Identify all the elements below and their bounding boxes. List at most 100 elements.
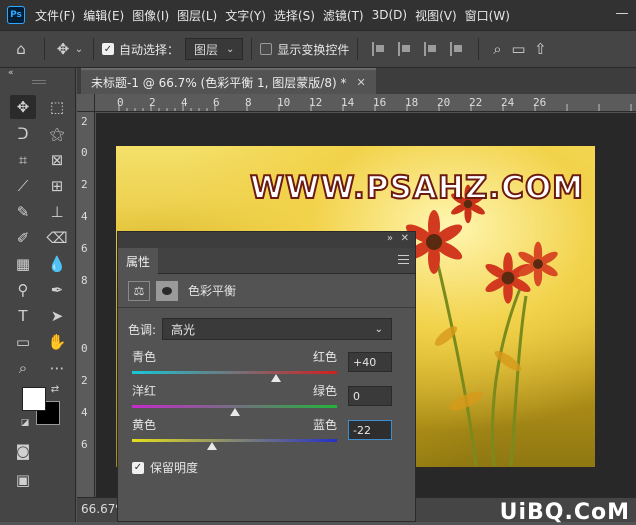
slider-track[interactable]: [132, 371, 337, 382]
ruler-label: 22: [469, 96, 483, 109]
cyan-red-value-input[interactable]: +40: [348, 352, 392, 372]
minimize-icon[interactable]: —: [614, 6, 630, 22]
eyedropper-icon[interactable]: ⟋: [10, 174, 36, 198]
quick-mask-icon[interactable]: ◙: [10, 439, 36, 463]
panel-header-bar: » ✕: [118, 232, 415, 248]
panel-menu-icon[interactable]: [398, 255, 409, 264]
menu-type[interactable]: 文字(Y): [225, 7, 266, 24]
panel-tabs: 属性: [118, 248, 415, 274]
menu-select[interactable]: 选择(S): [274, 7, 315, 24]
menu-edit[interactable]: 编辑(E): [83, 7, 124, 24]
ruler-label: 6: [81, 438, 88, 451]
auto-select-checkbox[interactable]: ✓: [102, 43, 114, 55]
brush-tool-icon[interactable]: ✎: [10, 200, 36, 224]
rectangle-tool-icon[interactable]: ▭: [10, 330, 36, 354]
menu-filter[interactable]: 滤镜(T): [323, 7, 364, 24]
ruler-label: 2: [81, 115, 88, 128]
tone-row: 色调: 高光 ⌄: [128, 318, 393, 340]
ruler-origin[interactable]: [77, 94, 95, 112]
dodge-tool-icon[interactable]: ⚲: [10, 278, 36, 302]
menu-bar: Ps 文件(F) 编辑(E) 图像(I) 图层(L) 文字(Y) 选择(S) 滤…: [0, 0, 636, 30]
history-brush-icon[interactable]: ✐: [10, 226, 36, 250]
more-tools-icon[interactable]: ⋯: [44, 356, 70, 380]
yellow-blue-value-input[interactable]: -22: [348, 420, 392, 440]
path-selection-icon[interactable]: ➤: [44, 304, 70, 328]
menu-window[interactable]: 窗口(W): [465, 7, 510, 24]
horizontal-ruler[interactable]: 0 2 4 6 8 10 12 14 16 18 20 22 24 26: [95, 94, 636, 112]
clone-stamp-icon[interactable]: ⊥: [44, 200, 70, 224]
document-tab[interactable]: 未标题-1 @ 66.7% (色彩平衡 1, 图层蒙版/8) * ✕: [81, 68, 376, 94]
type-tool-icon[interactable]: T: [10, 304, 36, 328]
ruler-label: 12: [309, 96, 323, 109]
move-tool-icon[interactable]: ✥: [10, 95, 36, 119]
slider-left-label: 洋红: [132, 384, 157, 398]
collapse-panel-icon[interactable]: »: [387, 233, 393, 244]
menu-file[interactable]: 文件(F): [35, 7, 75, 24]
crop-tool-icon[interactable]: ⌗: [10, 148, 36, 172]
ruler-label: 2: [81, 178, 88, 191]
slider-right-label: 绿色: [312, 384, 337, 398]
spot-healing-icon[interactable]: ⊞: [44, 174, 70, 198]
slider-track[interactable]: [132, 405, 337, 416]
ruler-label: 0: [81, 146, 88, 159]
foreground-color-swatch[interactable]: [22, 387, 46, 411]
magic-wand-icon[interactable]: ⚝: [44, 122, 70, 146]
show-transform-label: 显示变换控件: [277, 42, 350, 57]
default-colors-icon[interactable]: ◪: [18, 416, 32, 430]
divider: [357, 38, 359, 60]
menu-3d[interactable]: 3D(D): [372, 8, 407, 22]
auto-select-label: 自动选择：: [119, 42, 180, 57]
blur-tool-icon[interactable]: 💧: [44, 252, 70, 276]
ruler-label: 2: [81, 374, 88, 387]
align-center-icon[interactable]: [398, 42, 412, 56]
tab-properties[interactable]: 属性: [118, 248, 159, 274]
vertical-ruler[interactable]: 2 0 2 4 6 8 0 2 4 6: [77, 112, 95, 497]
screen-mode-icon[interactable]: ▣: [10, 468, 36, 492]
target-value: 图层: [194, 42, 219, 57]
color-balance-icon[interactable]: ⚖: [128, 280, 150, 301]
frame-tool-icon[interactable]: ⊠: [44, 148, 70, 172]
collapse-panel-icon[interactable]: «: [8, 68, 14, 78]
swap-colors-icon[interactable]: ⇄: [48, 382, 62, 396]
share-icon[interactable]: ⇧: [529, 40, 551, 58]
tone-dropdown[interactable]: 高光 ⌄: [162, 318, 393, 340]
preserve-luminosity-checkbox[interactable]: ✓: [132, 461, 144, 474]
move-tool-icon[interactable]: ✥: [53, 40, 73, 58]
ruler-label: 0: [81, 342, 88, 355]
zoom-tool-icon[interactable]: ⌕: [10, 356, 36, 380]
magenta-green-value-input[interactable]: 0: [348, 386, 392, 406]
marquee-tool-icon[interactable]: ⬚: [44, 95, 70, 119]
lasso-tool-icon[interactable]: ᑐ: [10, 122, 36, 146]
panel-grip[interactable]: [32, 80, 46, 84]
menu-image[interactable]: 图像(I): [132, 7, 169, 24]
ruler-label: 4: [81, 210, 88, 223]
ruler-label: 8: [245, 96, 252, 109]
close-icon[interactable]: ✕: [401, 233, 409, 244]
slider-track[interactable]: [132, 439, 337, 450]
menu-view[interactable]: 视图(V): [415, 7, 457, 24]
menu-layer[interactable]: 图层(L): [177, 7, 217, 24]
auto-select-target-dropdown[interactable]: 图层 ⌄: [185, 38, 244, 60]
photoshop-logo-icon: Ps: [7, 6, 25, 24]
align-top-icon[interactable]: [450, 42, 464, 56]
hand-tool-icon[interactable]: ✋: [44, 330, 70, 354]
divider: [478, 38, 480, 60]
search-icon[interactable]: ⌕: [487, 40, 507, 58]
chevron-down-icon[interactable]: ⌄: [73, 44, 85, 55]
workspace-icon[interactable]: ▭: [507, 40, 529, 58]
ruler-label: 10: [277, 96, 291, 109]
gradient-tool-icon[interactable]: ▦: [10, 252, 36, 276]
tools-panel: « ✥ ⬚ ᑐ ⚝ ⌗ ⊠ ⟋ ⊞ ✎ ⊥ ✐ ⌫ ▦ 💧 ⚲ ✒ T ➤ ▭ …: [0, 68, 76, 522]
align-left-icon[interactable]: [372, 42, 386, 56]
close-icon[interactable]: ✕: [356, 76, 365, 89]
layer-mask-icon[interactable]: [156, 280, 178, 301]
slider-thumb[interactable]: [206, 442, 217, 450]
show-transform-checkbox[interactable]: [260, 43, 273, 55]
slider-thumb[interactable]: [229, 408, 240, 416]
eraser-tool-icon[interactable]: ⌫: [44, 226, 70, 250]
align-right-icon[interactable]: [424, 42, 438, 56]
document-tab-bar: 未标题-1 @ 66.7% (色彩平衡 1, 图层蒙版/8) * ✕: [77, 68, 636, 94]
slider-thumb[interactable]: [270, 374, 281, 382]
pen-tool-icon[interactable]: ✒: [44, 278, 70, 302]
home-icon[interactable]: ⌂: [6, 40, 36, 58]
